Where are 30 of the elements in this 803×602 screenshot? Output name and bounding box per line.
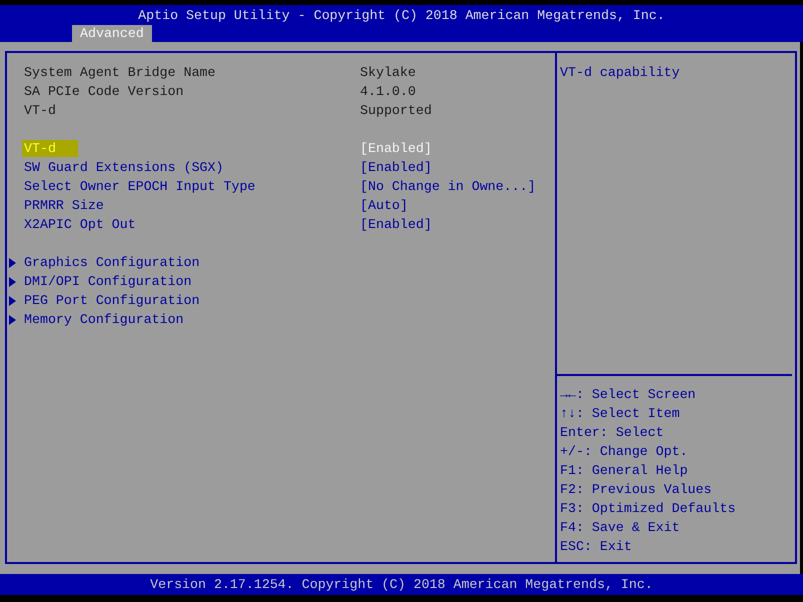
setting-value[interactable]: [No Change in Owne...] bbox=[360, 177, 536, 196]
submenu-label[interactable]: Memory Configuration bbox=[24, 310, 184, 329]
setting-value: Supported bbox=[360, 102, 432, 120]
help-description: VT-d capability bbox=[560, 64, 680, 82]
setting-label: SA PCIe Code Version bbox=[24, 83, 184, 101]
setting-value: Skylake bbox=[360, 64, 416, 82]
setting-label[interactable]: Select Owner EPOCH Input Type bbox=[24, 177, 256, 196]
setting-label: System Agent Bridge Name bbox=[24, 64, 216, 82]
window-title: Aptio Setup Utility - Copyright (C) 2018 American Megatrends, Inc. bbox=[137, 7, 666, 25]
key-hint: F3: Optimized Defaults bbox=[560, 500, 736, 518]
key-hint: +/-: Change Opt. bbox=[560, 443, 688, 461]
key-hint: ↑↓: Select Item bbox=[560, 405, 680, 423]
key-hint: →←: Select Screen bbox=[560, 386, 696, 404]
setting-value[interactable]: [Auto] bbox=[360, 196, 408, 215]
setting-value[interactable]: [Enabled] bbox=[360, 215, 432, 234]
key-hint: Enter: Select bbox=[560, 424, 664, 442]
setting-label[interactable]: X2APIC Opt Out bbox=[24, 215, 136, 234]
setting-value[interactable]: [Enabled] bbox=[360, 158, 432, 177]
version-text: Version 2.17.1254. Copyright (C) 2018 American Megatrends, Inc. bbox=[150, 576, 653, 594]
key-hint: ESC: Exit bbox=[560, 538, 632, 556]
key-hint: F2: Previous Values bbox=[560, 481, 712, 499]
setting-value: 4.1.0.0 bbox=[360, 83, 416, 101]
key-hint: F1: General Help bbox=[560, 462, 688, 480]
key-hint: F4: Save & Exit bbox=[560, 519, 680, 537]
setting-label[interactable]: SW Guard Extensions (SGX) bbox=[24, 158, 224, 177]
submenu-label[interactable]: PEG Port Configuration bbox=[24, 291, 200, 310]
setting-label[interactable]: PRMRR Size bbox=[24, 196, 104, 215]
submenu-label[interactable]: Graphics Configuration bbox=[24, 253, 200, 272]
setting-label: VT-d bbox=[24, 102, 56, 120]
submenu-label[interactable]: DMI/OPI Configuration bbox=[24, 272, 192, 291]
